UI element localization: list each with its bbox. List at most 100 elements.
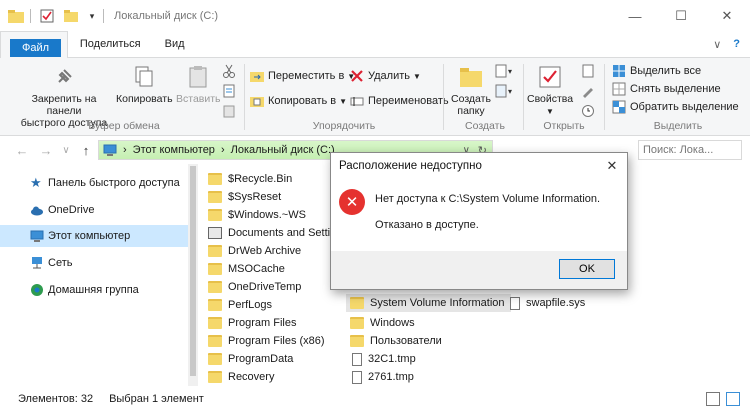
new-folder-quick-icon[interactable] — [63, 8, 79, 24]
invert-selection-icon — [612, 100, 626, 114]
nav-scrollbar[interactable] — [188, 164, 198, 386]
folder-icon — [208, 191, 222, 203]
tab-view[interactable]: Вид — [153, 31, 197, 57]
list-item[interactable]: Recovery — [208, 368, 274, 386]
homegroup-icon — [30, 283, 44, 297]
move-to-icon — [250, 69, 264, 83]
open-icon[interactable] — [581, 64, 595, 78]
list-item[interactable]: Program Files — [208, 314, 296, 332]
nav-item-homegroup[interactable]: Домашняя группа — [0, 279, 188, 301]
close-button[interactable]: ✕ — [704, 0, 750, 32]
list-item[interactable]: Documents and Settings — [208, 224, 348, 242]
properties-button[interactable]: Свойства ▼ — [527, 64, 573, 118]
nav-item-quick-access[interactable]: ★ Панель быстрого доступа — [0, 172, 188, 194]
delete-label: Удалить — [368, 70, 410, 82]
shortcut-folder-icon — [208, 227, 222, 239]
list-item[interactable]: $Recycle.Bin — [208, 170, 292, 188]
error-icon: ✕ — [339, 189, 365, 215]
dialog-footer: OK — [331, 251, 627, 289]
copy-button[interactable]: Копировать — [116, 64, 173, 105]
nav-item-onedrive[interactable]: OneDrive — [0, 199, 188, 221]
list-item[interactable]: Пользователи — [350, 332, 442, 350]
edit-icon[interactable] — [581, 84, 595, 98]
open-group: Свойства ▼ Открыть — [525, 58, 603, 136]
back-button[interactable]: ← — [12, 140, 32, 160]
list-item[interactable]: Windows — [350, 314, 415, 332]
list-item[interactable]: swapfile.sys — [510, 294, 585, 312]
list-item[interactable]: PerfLogs — [208, 296, 272, 314]
breadcrumb-this-pc[interactable]: Этот компьютер — [133, 144, 215, 156]
tab-share[interactable]: Поделиться — [68, 31, 153, 57]
list-item[interactable]: ProgramData — [208, 350, 293, 368]
breadcrumb-local-disk[interactable]: Локальный диск (C:) — [231, 144, 335, 156]
copy-label: Копировать — [116, 93, 173, 105]
organize-group-label: Упорядочить — [312, 120, 376, 132]
properties-quick-icon[interactable] — [39, 8, 55, 24]
collapse-ribbon-icon[interactable]: ∨ — [713, 38, 721, 51]
ribbon: Закрепить на панели быстрого доступа Коп… — [0, 58, 750, 136]
list-item[interactable]: 2761.tmp — [352, 368, 414, 386]
select-none-button[interactable]: Снять выделение — [612, 80, 721, 98]
select-all-button[interactable]: Выделить все — [612, 62, 701, 80]
invert-selection-button[interactable]: Обратить выделение — [612, 98, 739, 116]
details-view-icon[interactable] — [706, 392, 720, 406]
list-item[interactable]: Program Files (x86) — [208, 332, 325, 350]
cut-icon[interactable] — [222, 64, 236, 78]
folder-icon — [208, 263, 222, 275]
minimize-button[interactable]: — — [612, 0, 658, 32]
move-to-button[interactable]: Переместить в ▼ — [250, 67, 355, 85]
divider — [523, 64, 524, 130]
ok-button[interactable]: OK — [559, 259, 615, 279]
list-item[interactable]: OneDriveTemp — [208, 278, 301, 296]
up-button[interactable]: ↑ — [76, 140, 96, 160]
list-item[interactable]: $SysReset — [208, 188, 281, 206]
list-item[interactable]: MSOCache — [208, 260, 285, 278]
file-name: 2761.tmp — [368, 371, 414, 383]
window-title: Локальный диск (C:) — [114, 10, 219, 22]
new-folder-label-2: папку — [457, 105, 485, 117]
list-item[interactable]: $Windows.~WS — [208, 206, 306, 224]
maximize-button[interactable]: ☐ — [658, 0, 704, 32]
new-folder-button[interactable]: Создать папку — [449, 64, 493, 117]
folder-icon — [208, 299, 222, 311]
tab-file[interactable]: Файл — [10, 39, 62, 57]
list-item-selected[interactable]: System Volume Information — [346, 294, 511, 312]
delete-button[interactable]: Удалить ▼ — [350, 67, 421, 85]
folder-icon — [350, 335, 364, 347]
copy-to-icon — [250, 94, 264, 108]
pin-icon — [51, 64, 77, 90]
folder-icon — [350, 297, 364, 309]
help-icon[interactable]: ? — [733, 38, 740, 51]
dialog-close-button[interactable]: ✕ — [603, 157, 621, 175]
rename-label: Переименовать — [368, 95, 449, 107]
list-item[interactable]: 32C1.tmp — [352, 350, 416, 368]
title-bar: ▾ Локальный диск (C:) — ☐ ✕ — [0, 0, 750, 32]
new-item-icon[interactable]: ▾ — [495, 64, 515, 78]
file-name: Program Files — [228, 317, 297, 329]
nav-item-this-pc[interactable]: Этот компьютер — [0, 225, 188, 247]
paste-shortcut-icon[interactable] — [222, 104, 236, 118]
large-icons-view-icon[interactable] — [726, 392, 740, 406]
rename-button[interactable]: Переименовать — [350, 92, 449, 110]
cloud-icon — [30, 203, 44, 217]
select-group-label: Выделить — [653, 120, 703, 132]
file-name: Recovery — [228, 371, 275, 383]
file-name: swapfile.sys — [526, 297, 586, 309]
paste-button[interactable]: Вставить — [176, 64, 221, 105]
folder-app-icon — [8, 8, 24, 24]
easy-access-icon[interactable]: ▾ — [495, 84, 515, 98]
list-item[interactable]: DrWeb Archive — [208, 242, 301, 260]
copy-path-icon[interactable] — [222, 84, 236, 98]
forward-button[interactable]: → — [36, 140, 56, 160]
recent-locations-button[interactable]: ∨ — [60, 140, 72, 160]
copy-to-button[interactable]: Копировать в ▼ — [250, 92, 347, 110]
nav-item-network[interactable]: Сеть — [0, 252, 188, 274]
customize-quick-access-icon[interactable]: ▾ — [87, 8, 97, 24]
nav-scrollbar-thumb[interactable] — [190, 166, 196, 376]
chevron-down-icon: ▼ — [546, 107, 554, 116]
clipboard-group: Закрепить на панели быстрого доступа Коп… — [0, 58, 248, 136]
new-folder-icon — [458, 64, 484, 90]
search-input[interactable]: Поиск: Лока... — [638, 140, 742, 160]
file-name: MSOCache — [228, 263, 285, 275]
history-icon[interactable] — [581, 104, 595, 118]
